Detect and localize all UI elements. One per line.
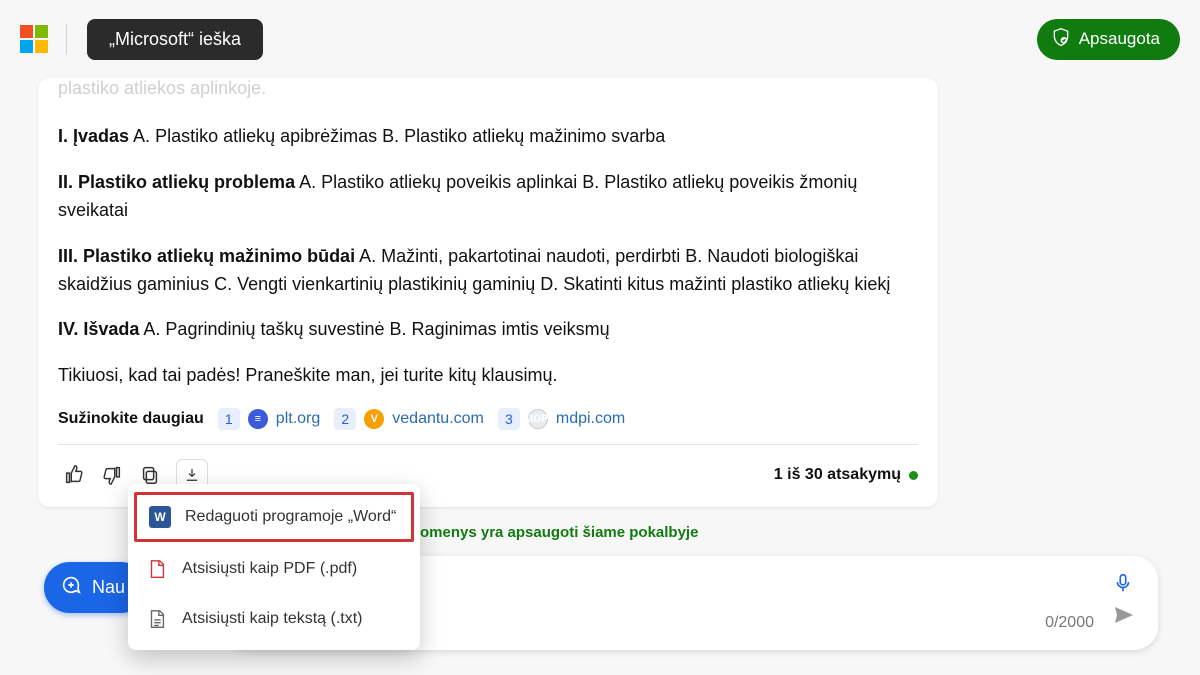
favicon-icon: MDPI: [528, 409, 548, 429]
search-pill[interactable]: „Microsoft“ ieška: [87, 19, 263, 60]
microsoft-logo-icon: [20, 25, 48, 53]
favicon-icon: V: [364, 409, 384, 429]
text-file-icon: [146, 608, 168, 630]
thumbs-down-button[interactable]: [96, 459, 128, 491]
top-bar: „Microsoft“ ieška Apsaugota: [0, 0, 1200, 78]
thumbs-up-button[interactable]: [58, 459, 90, 491]
answer-counter: 1 iš 30 atsakymų: [774, 466, 918, 484]
favicon-icon: ≡: [248, 409, 268, 429]
learn-more-row: Sužinokite daugiau 1 ≡ plt.org 2 V vedan…: [58, 408, 918, 445]
learn-more-label: Sužinokite daugiau: [58, 410, 204, 428]
pdf-icon: [146, 558, 168, 580]
reference-link-2[interactable]: 2 V vedantu.com: [334, 408, 484, 430]
status-dot-icon: [909, 471, 918, 480]
char-counter: 0/2000: [1045, 614, 1094, 632]
reference-link-3[interactable]: 3 MDPI mdpi.com: [498, 408, 625, 430]
shield-check-icon: [1051, 27, 1071, 52]
protected-banner-text: omenys yra apsaugoti šiame pokalbyje: [420, 524, 698, 541]
word-icon: W: [149, 506, 171, 528]
clipped-previous-text: plastiko atliekos aplinkoje.: [58, 78, 918, 99]
menu-item-download-pdf[interactable]: Atsisiųsti kaip PDF (.pdf): [128, 544, 420, 594]
mic-button[interactable]: [1112, 572, 1134, 599]
reference-link-1[interactable]: 1 ≡ plt.org: [218, 408, 320, 430]
download-menu: W Redaguoti programoje „Word“ Atsisiųsti…: [128, 484, 420, 650]
response-card: plastiko atliekos aplinkoje. I. Įvadas A…: [38, 78, 938, 507]
protected-button[interactable]: Apsaugota: [1037, 19, 1180, 60]
separator: [66, 24, 67, 54]
menu-item-edit-word[interactable]: W Redaguoti programoje „Word“: [134, 492, 414, 542]
protected-label: Apsaugota: [1079, 29, 1160, 49]
chat-plus-icon: [60, 574, 82, 601]
menu-item-download-txt[interactable]: Atsisiųsti kaip tekstą (.txt): [128, 594, 420, 644]
send-button[interactable]: [1112, 603, 1136, 632]
response-content: I. Įvadas A. Plastiko atliekų apibrėžima…: [58, 123, 918, 390]
